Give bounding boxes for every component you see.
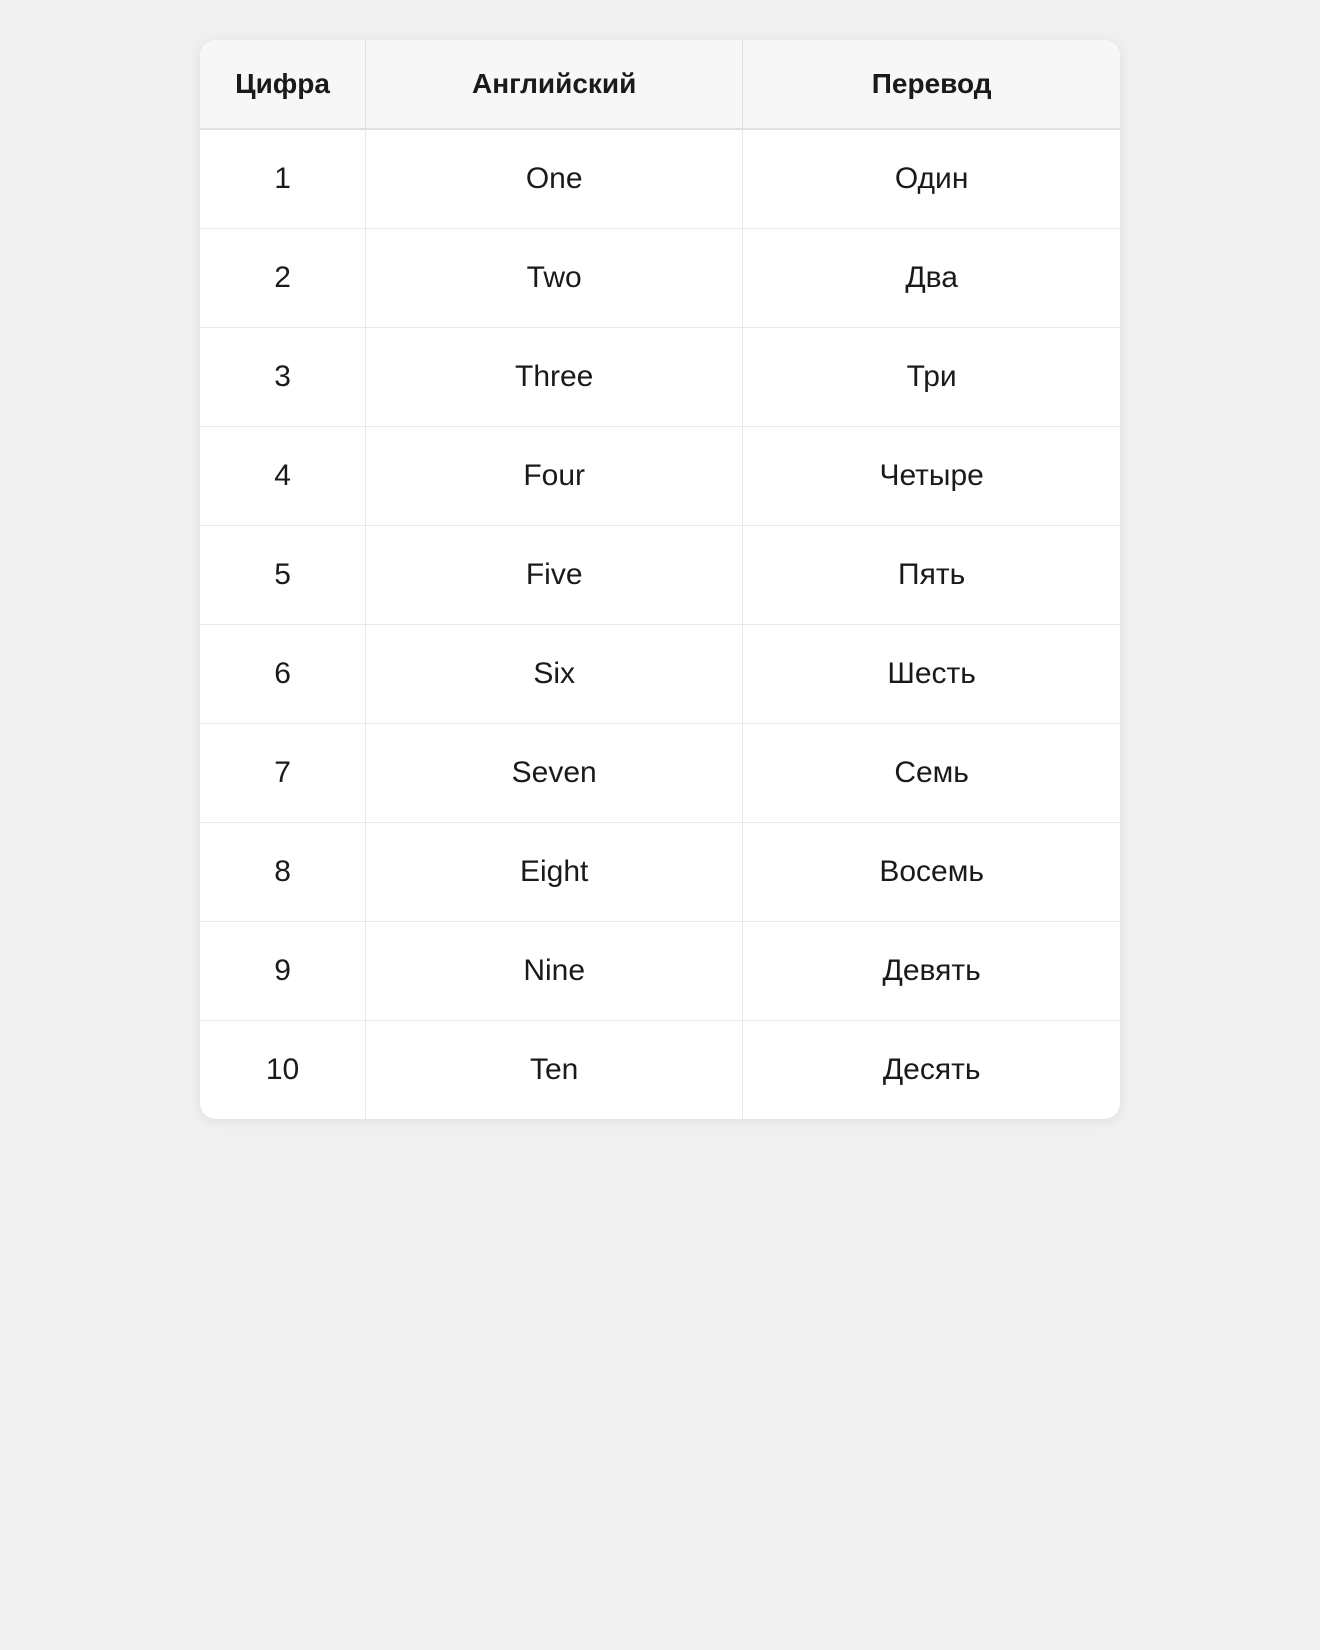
header-translation: Перевод <box>743 40 1120 129</box>
table-row: 2TwoДва <box>200 229 1120 328</box>
numbers-table-container: Цифра Английский Перевод 1OneОдин2TwoДва… <box>200 40 1120 1119</box>
numbers-table: Цифра Английский Перевод 1OneОдин2TwoДва… <box>200 40 1120 1119</box>
cell-english: Nine <box>366 922 743 1021</box>
cell-translation: Девять <box>743 922 1120 1021</box>
cell-translation: Четыре <box>743 427 1120 526</box>
table-row: 7SevenСемь <box>200 724 1120 823</box>
cell-english: Four <box>366 427 743 526</box>
cell-english: Ten <box>366 1021 743 1120</box>
cell-translation: Десять <box>743 1021 1120 1120</box>
table-row: 4FourЧетыре <box>200 427 1120 526</box>
cell-english: Five <box>366 526 743 625</box>
cell-digit: 8 <box>200 823 366 922</box>
cell-english: Three <box>366 328 743 427</box>
table-row: 5FiveПять <box>200 526 1120 625</box>
table-row: 1OneОдин <box>200 129 1120 229</box>
cell-translation: Пять <box>743 526 1120 625</box>
cell-digit: 7 <box>200 724 366 823</box>
header-english: Английский <box>366 40 743 129</box>
cell-digit: 5 <box>200 526 366 625</box>
table-header-row: Цифра Английский Перевод <box>200 40 1120 129</box>
cell-digit: 1 <box>200 129 366 229</box>
cell-translation: Восемь <box>743 823 1120 922</box>
cell-translation: Шесть <box>743 625 1120 724</box>
cell-translation: Три <box>743 328 1120 427</box>
cell-digit: 6 <box>200 625 366 724</box>
cell-english: One <box>366 129 743 229</box>
table-row: 9NineДевять <box>200 922 1120 1021</box>
cell-english: Two <box>366 229 743 328</box>
cell-english: Six <box>366 625 743 724</box>
table-row: 6SixШесть <box>200 625 1120 724</box>
table-row: 3ThreeТри <box>200 328 1120 427</box>
cell-translation: Один <box>743 129 1120 229</box>
cell-digit: 4 <box>200 427 366 526</box>
cell-translation: Семь <box>743 724 1120 823</box>
cell-digit: 3 <box>200 328 366 427</box>
cell-digit: 2 <box>200 229 366 328</box>
cell-english: Seven <box>366 724 743 823</box>
table-row: 10TenДесять <box>200 1021 1120 1120</box>
header-digit: Цифра <box>200 40 366 129</box>
cell-digit: 9 <box>200 922 366 1021</box>
cell-digit: 10 <box>200 1021 366 1120</box>
table-row: 8EightВосемь <box>200 823 1120 922</box>
cell-translation: Два <box>743 229 1120 328</box>
cell-english: Eight <box>366 823 743 922</box>
